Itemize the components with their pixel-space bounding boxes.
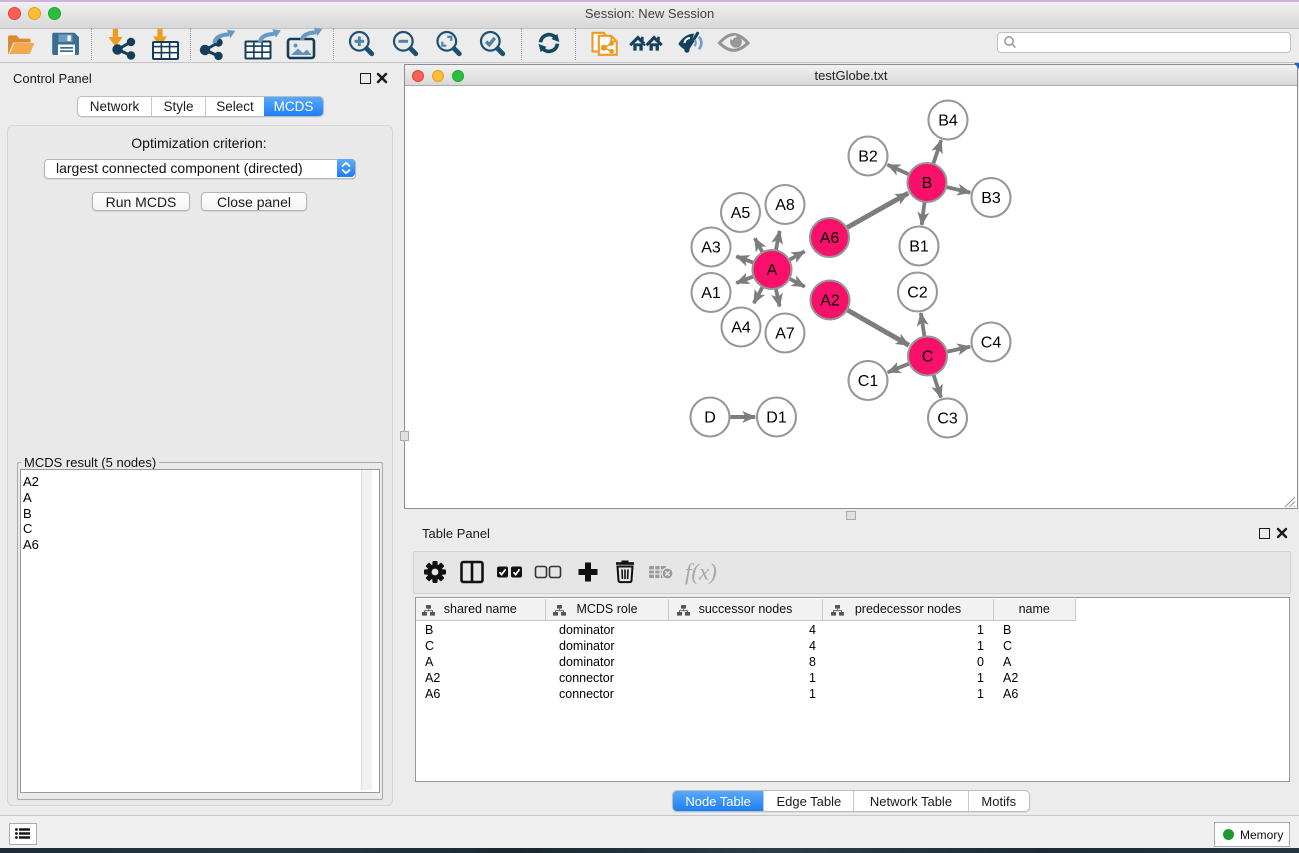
svg-text:B4: B4 — [938, 113, 958, 130]
svg-text:A2: A2 — [820, 293, 840, 310]
svg-text:A: A — [767, 262, 778, 279]
svg-text:A4: A4 — [731, 320, 751, 337]
svg-text:A5: A5 — [731, 205, 751, 222]
svg-text:D1: D1 — [766, 410, 787, 427]
svg-text:C2: C2 — [907, 285, 928, 302]
svg-text:B: B — [922, 175, 933, 192]
svg-text:A3: A3 — [701, 240, 721, 257]
svg-text:f(x): f(x) — [685, 560, 717, 585]
svg-text:A8: A8 — [775, 197, 795, 214]
svg-text:A1: A1 — [701, 285, 721, 302]
svg-text:A6: A6 — [820, 230, 840, 247]
svg-text:C1: C1 — [858, 373, 879, 390]
svg-text:C4: C4 — [981, 335, 1002, 352]
svg-text:B2: B2 — [858, 149, 878, 166]
svg-text:A7: A7 — [775, 326, 795, 343]
svg-text:C3: C3 — [937, 411, 958, 428]
svg-text:B1: B1 — [909, 239, 929, 256]
svg-text:C: C — [922, 349, 934, 366]
svg-text:B3: B3 — [981, 190, 1001, 207]
svg-text:D: D — [704, 410, 716, 427]
